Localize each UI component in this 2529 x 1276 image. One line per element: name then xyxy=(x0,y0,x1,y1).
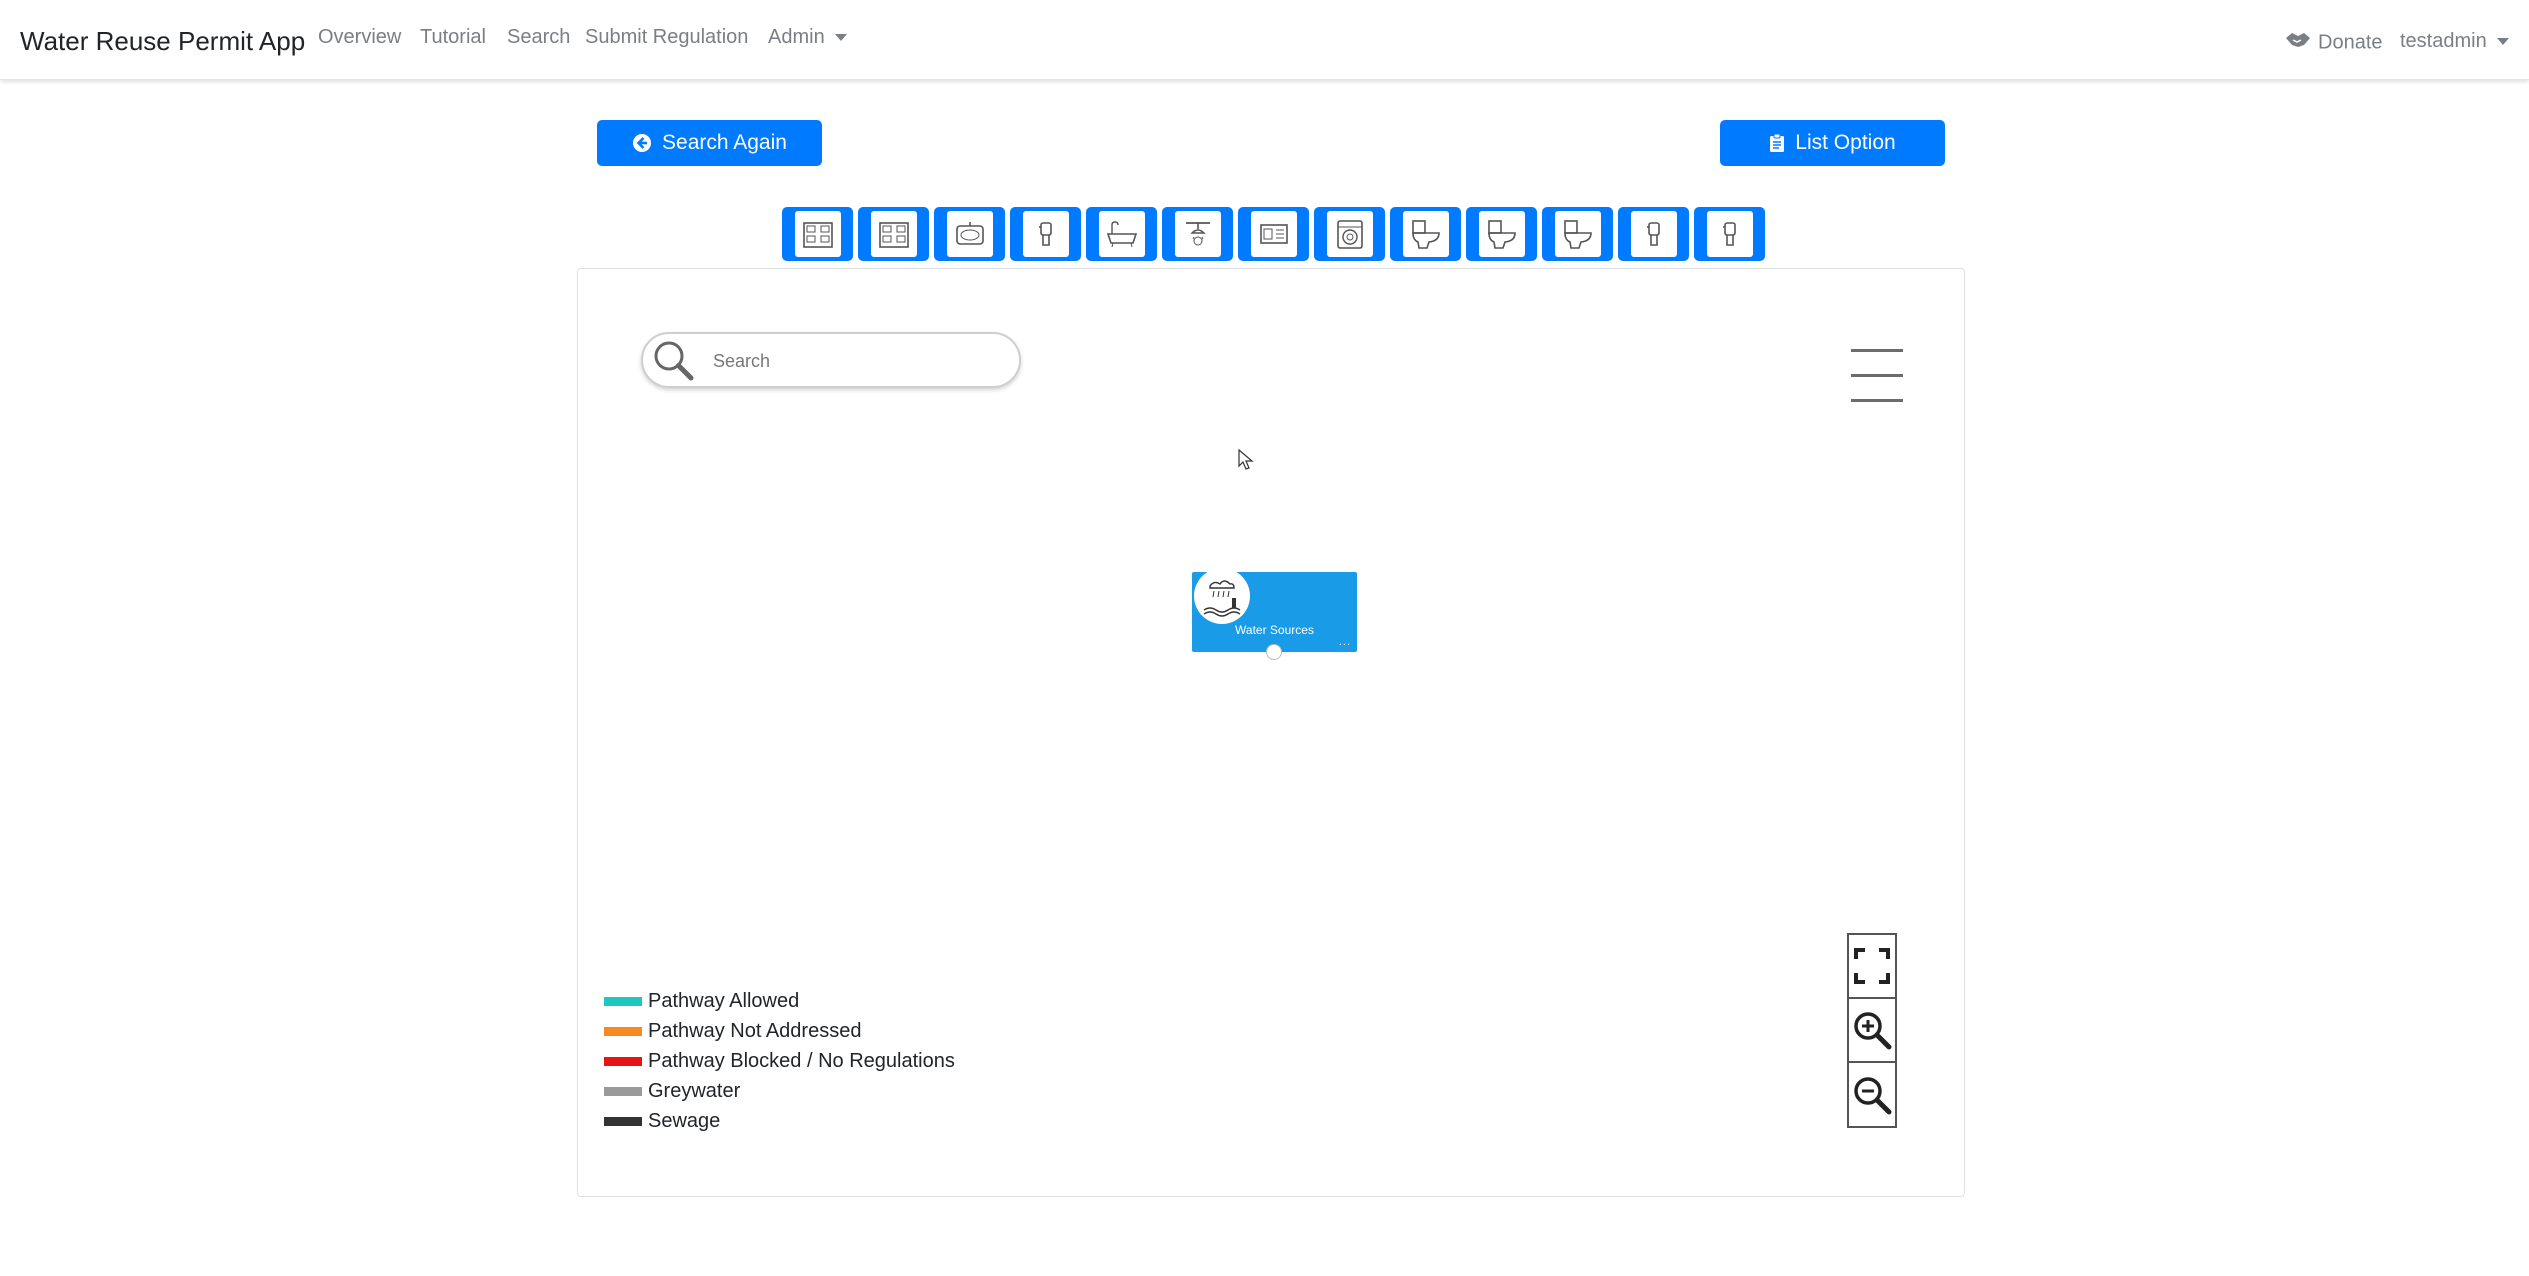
legend-item: Pathway Blocked / No Regulations xyxy=(604,1046,955,1076)
app-brand[interactable]: Water Reuse Permit App xyxy=(20,26,305,57)
fixture-toolbar xyxy=(782,207,1765,261)
building-icon xyxy=(878,222,909,248)
toilet-icon xyxy=(1563,220,1592,249)
zoom-controls xyxy=(1847,933,1897,1128)
washing-machine-icon xyxy=(1336,220,1363,249)
fixture-button-toilet-3[interactable] xyxy=(1542,207,1613,261)
chevron-down-icon xyxy=(834,34,847,42)
legend-label: Pathway Not Addressed xyxy=(648,1019,862,1042)
legend-swatch xyxy=(604,1086,642,1096)
zoom-in-button[interactable] xyxy=(1849,999,1895,1063)
node-expand-port[interactable] xyxy=(1266,644,1282,660)
dishwasher-icon xyxy=(1259,224,1288,244)
building-icon xyxy=(802,222,833,248)
legend-swatch xyxy=(604,1026,642,1036)
water-source-icon xyxy=(1194,568,1250,624)
zoom-out-button[interactable] xyxy=(1849,1063,1895,1127)
clipboard-icon xyxy=(1769,133,1785,153)
legend-item: Sewage xyxy=(604,1106,955,1136)
fixture-button-toilet-2[interactable] xyxy=(1466,207,1537,261)
list-option-button[interactable]: List Option xyxy=(1720,120,1945,166)
node-more-menu[interactable]: ... xyxy=(1339,636,1351,648)
nav-admin-label: Admin xyxy=(768,26,825,48)
fixture-button-building-2[interactable] xyxy=(858,207,929,261)
fixture-button-washing-machine[interactable] xyxy=(1314,207,1385,261)
nav-overview[interactable]: Overview xyxy=(318,26,401,49)
search-again-label: Search Again xyxy=(662,131,787,154)
fixture-button-sink[interactable] xyxy=(934,207,1005,261)
fixture-button-faucet-3[interactable] xyxy=(1694,207,1765,261)
fixture-button-faucet[interactable] xyxy=(1010,207,1081,261)
mouse-cursor-icon xyxy=(1238,448,1254,476)
fullscreen-button[interactable] xyxy=(1849,935,1895,999)
list-option-label: List Option xyxy=(1795,131,1896,154)
fixture-button-toilet[interactable] xyxy=(1390,207,1461,261)
navbar: Water Reuse Permit App Overview Tutorial… xyxy=(0,0,2529,80)
toilet-icon xyxy=(1411,220,1440,249)
zoom-in-icon xyxy=(1854,1012,1892,1050)
fullscreen-icon xyxy=(1854,948,1890,984)
fixture-button-bathtub[interactable] xyxy=(1086,207,1157,261)
faucet-icon xyxy=(1038,222,1052,246)
nav-search[interactable]: Search xyxy=(507,26,570,49)
nav-donate[interactable]: Donate xyxy=(2284,30,2383,56)
legend-item: Pathway Allowed xyxy=(604,986,955,1016)
legend-label: Sewage xyxy=(648,1109,721,1132)
search-icon xyxy=(651,338,697,389)
chevron-down-icon xyxy=(2496,38,2509,46)
legend-item: Pathway Not Addressed xyxy=(604,1016,955,1046)
sink-icon xyxy=(955,222,984,245)
shower-icon xyxy=(1185,222,1210,246)
legend-swatch xyxy=(604,1056,642,1066)
nav-user-label: testadmin xyxy=(2400,30,2487,52)
diagram-search-input[interactable] xyxy=(713,348,1003,374)
faucet-icon xyxy=(1722,222,1736,246)
diagram-search xyxy=(641,332,1021,388)
legend-swatch xyxy=(604,996,642,1006)
legend-label: Pathway Blocked / No Regulations xyxy=(648,1049,955,1072)
legend-label: Greywater xyxy=(648,1079,741,1102)
fixture-button-dishwasher[interactable] xyxy=(1238,207,1309,261)
diagram-panel: Water Sources ... Pathway AllowedPathway… xyxy=(577,268,1965,1197)
legend-label: Pathway Allowed xyxy=(648,989,800,1012)
nav-submit-regulation[interactable]: Submit Regulation xyxy=(585,26,748,49)
fixture-button-faucet-2[interactable] xyxy=(1618,207,1689,261)
handshake-icon xyxy=(2284,30,2312,56)
legend-item: Greywater xyxy=(604,1076,955,1106)
arrow-left-circle-icon xyxy=(632,133,652,153)
zoom-out-icon xyxy=(1854,1077,1892,1115)
node-label: Water Sources xyxy=(1235,623,1314,637)
search-again-button[interactable]: Search Again xyxy=(597,120,822,166)
menu-icon[interactable] xyxy=(1851,349,1905,405)
nav-tutorial[interactable]: Tutorial xyxy=(420,26,486,49)
nav-donate-label: Donate xyxy=(2318,31,2383,54)
legend: Pathway Allowed Pathway Not Addressed Path… xyxy=(604,986,955,1136)
faucet-icon xyxy=(1646,222,1660,246)
node-water-sources[interactable]: Water Sources ... xyxy=(1192,568,1357,660)
bathtub-icon xyxy=(1106,221,1137,248)
nav-admin-dropdown[interactable]: Admin xyxy=(768,26,847,49)
toilet-icon xyxy=(1487,220,1516,249)
legend-swatch xyxy=(604,1116,642,1126)
nav-user-dropdown[interactable]: testadmin xyxy=(2400,30,2509,53)
fixture-button-building[interactable] xyxy=(782,207,853,261)
fixture-button-shower[interactable] xyxy=(1162,207,1233,261)
